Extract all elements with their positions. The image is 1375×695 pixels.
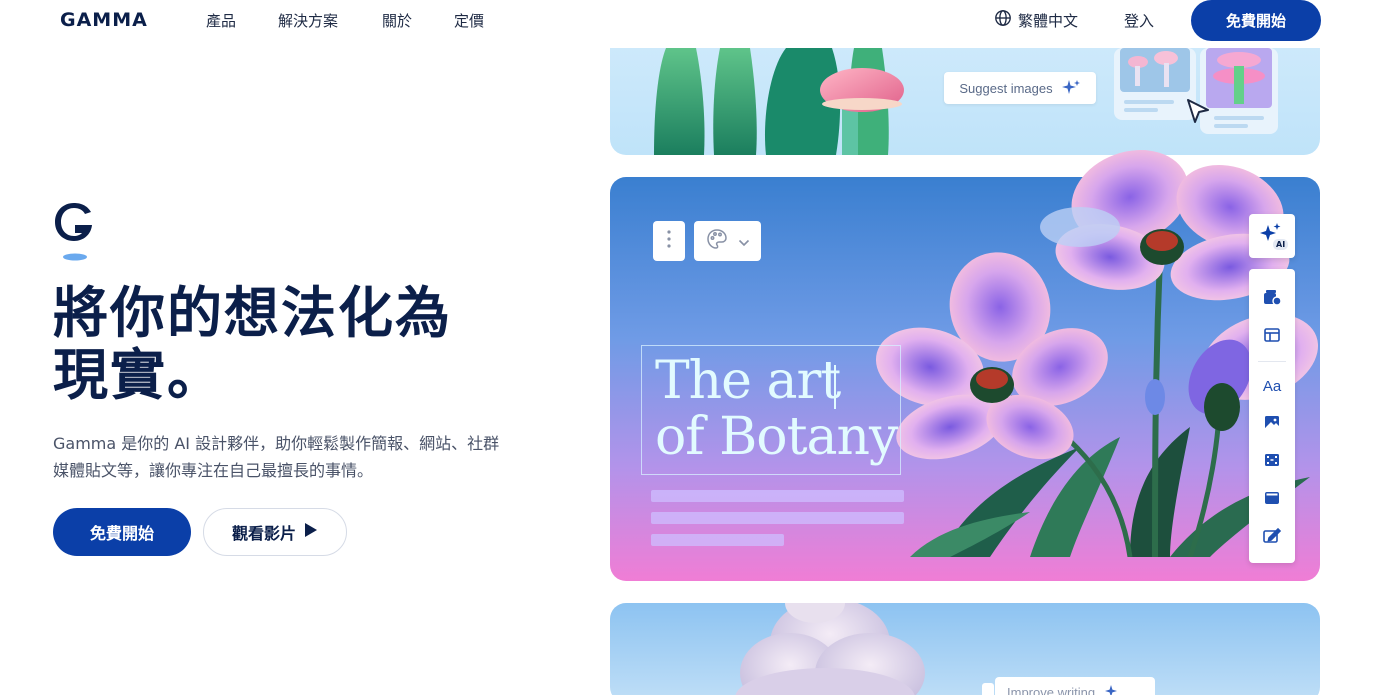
text-caret	[834, 365, 836, 409]
nav-link-solutions[interactable]: 解決方案	[278, 10, 338, 31]
tool-embed[interactable]	[1249, 482, 1295, 518]
image-suggestion-thumb-1[interactable]	[1114, 48, 1196, 120]
add-card-icon	[1262, 288, 1282, 310]
ai-sparkle-button[interactable]: AI	[1249, 214, 1295, 258]
text-icon: Aa	[1262, 377, 1282, 395]
tool-image[interactable]	[1249, 406, 1295, 442]
sparkle-icon	[1103, 684, 1121, 695]
slide-title-line1: The art	[655, 351, 841, 411]
improve-writing-label: Improve writing	[1007, 684, 1096, 695]
hero-subtext: Gamma 是你的 AI 設計夥伴，助你輕鬆製作簡報、網站、社群 媒體貼文等，讓…	[53, 430, 563, 484]
login-link[interactable]: 登入	[1124, 10, 1154, 31]
improve-menu-handle[interactable]	[982, 683, 994, 695]
ai-badge: AI	[1273, 239, 1289, 250]
nav-link-pricing[interactable]: 定價	[454, 10, 484, 31]
edit-icon	[1262, 527, 1282, 549]
mouse-cursor-icon	[1186, 98, 1212, 130]
globe-icon	[994, 9, 1012, 31]
gamma-logo[interactable]: GAMMA	[60, 9, 148, 31]
tool-text[interactable]: Aa	[1249, 368, 1295, 404]
hero-headline: 將你的想法化為 現實。	[53, 282, 523, 406]
slide-title-line2: of Botany	[655, 407, 898, 467]
ai-sparkle-icon: AI	[1257, 221, 1289, 251]
hero-headline-line2: 現實。	[53, 343, 225, 407]
play-icon	[304, 522, 318, 543]
hero-subtext-line2: 媒體貼文等，讓你專注在自己最擅長的事情。	[53, 461, 374, 480]
suggest-images-chip[interactable]: Suggest images	[944, 72, 1096, 104]
embed-icon	[1263, 490, 1281, 510]
top-nav: GAMMA 產品 解決方案 關於 定價 繁體中文 登入 免費開始	[0, 0, 1375, 48]
nav-start-free-button[interactable]: 免費開始	[1191, 0, 1321, 41]
watch-video-button[interactable]: 觀看影片	[203, 508, 347, 556]
hero-start-free-button[interactable]: 免費開始	[53, 508, 191, 556]
language-selector[interactable]: 繁體中文	[994, 9, 1078, 31]
showcase-card-main: The art of Botany AI Aa	[610, 149, 1320, 581]
insert-tools-panel: Aa	[1249, 269, 1295, 563]
chevron-down-icon	[738, 232, 750, 251]
palette-icon	[706, 228, 728, 254]
language-label: 繁體中文	[1018, 11, 1079, 30]
image-icon	[1263, 414, 1281, 434]
suggest-images-label: Suggest images	[959, 80, 1053, 96]
placeholder-line	[651, 490, 904, 502]
tool-edit[interactable]	[1249, 520, 1295, 556]
hero-headline-line1: 將你的想法化為	[53, 281, 453, 345]
card-menu-button[interactable]	[653, 221, 685, 261]
watch-video-label: 觀看影片	[231, 526, 296, 543]
tool-layout[interactable]	[1249, 319, 1295, 355]
cloud-coral-illustration	[735, 603, 925, 695]
tool-add-card[interactable]	[1249, 281, 1295, 317]
gamma-g-mark-icon	[53, 200, 97, 264]
tool-video[interactable]	[1249, 444, 1295, 480]
hero-subtext-line1: Gamma 是你的 AI 設計夥伴，助你輕鬆製作簡報、網站、社群	[53, 434, 500, 453]
video-icon	[1263, 452, 1281, 472]
improve-writing-chip[interactable]: Improve writing	[995, 677, 1155, 695]
nav-link-about[interactable]: 關於	[382, 10, 412, 31]
vertical-dots-icon	[667, 230, 671, 252]
slide-title[interactable]: The art of Botany	[655, 351, 898, 467]
tool-divider	[1258, 361, 1286, 362]
nav-link-products[interactable]: 產品	[206, 10, 236, 31]
theme-picker-button[interactable]	[694, 221, 761, 261]
showcase-card-bottom: Improve writing	[610, 603, 1320, 695]
placeholder-line	[651, 512, 904, 524]
layout-icon	[1263, 327, 1281, 347]
sparkle-icon	[1061, 79, 1081, 98]
placeholder-line	[651, 534, 784, 546]
